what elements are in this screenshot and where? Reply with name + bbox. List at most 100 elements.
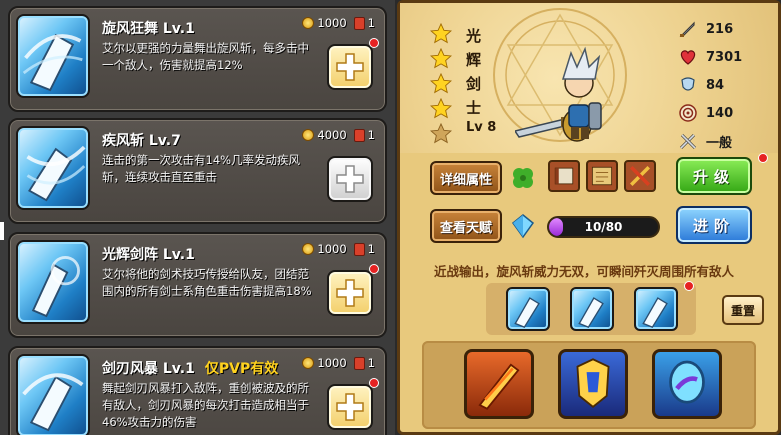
stat-hp-value: 7301 [706, 49, 743, 65]
scroll-icon [630, 166, 650, 186]
plus-icon [336, 279, 364, 307]
plus-icon [336, 393, 364, 421]
skill-description: 艾尔将他的剑术技巧传授给队友，团结范围内的所有剑士系角色重击伤害提高18% [102, 267, 312, 298]
crossed-swords-icon [679, 133, 697, 150]
advance-button[interactable]: 进阶 [676, 206, 752, 244]
sword-icon [679, 21, 695, 37]
alert-dot [758, 153, 768, 163]
plus-icon [336, 165, 364, 193]
star-filled-icon [430, 23, 452, 44]
equipment-slot-scroll[interactable] [624, 160, 656, 192]
scroll-cost: 1 [367, 242, 375, 256]
gold-cost: 1000 [317, 356, 347, 370]
stat-weapon-type: 一般 [678, 131, 732, 151]
skill-description: 舞起剑刃风暴打入敌阵，重创被波及的所有敌人，剑刃风暴的每次打击造成相当于46%攻… [102, 381, 309, 429]
star-filled-icon [430, 98, 452, 119]
upgrade-skill-button[interactable] [327, 156, 373, 202]
whirlwind-skill-icon [514, 297, 540, 329]
details-button[interactable]: 详细属性 [430, 161, 502, 195]
equipment-slot-map[interactable] [586, 160, 618, 192]
skill-name: 疾风斩 Lv.7 [102, 133, 181, 149]
upgrade-skill-button[interactable] [327, 270, 373, 316]
star-empty-icon [430, 123, 452, 144]
gale-slash-skill-icon [578, 297, 604, 329]
armor-icon [576, 358, 610, 409]
skill-scroll-icon [353, 128, 365, 142]
scroll-indicator[interactable] [0, 222, 4, 240]
upgrade-skill-button[interactable] [327, 384, 373, 430]
equipped-skill-slot[interactable] [634, 287, 678, 331]
skill-cost: 1000 1 [302, 16, 375, 30]
mirror-icon [669, 360, 705, 404]
stat-attack: 216 [678, 19, 733, 39]
upgrade-button[interactable]: 升级 [676, 157, 752, 195]
hero-portrait-area: 光 辉 剑 士 Lv 8 216 7301 84 140 一般 [400, 3, 778, 153]
gale-slash-skill-icon [16, 126, 90, 210]
flame-sword-icon [478, 363, 520, 410]
hero-title-char: 辉 [466, 51, 482, 69]
clover-icon [513, 168, 533, 188]
gold-coin-icon [302, 357, 315, 369]
gold-coin-icon [302, 17, 315, 29]
equipped-skill-row [486, 281, 696, 335]
skill-description: 连击的第一次攻击有14%几率发动疾风斩，连续攻击直至重击 [102, 153, 301, 184]
stat-attack-value: 216 [706, 21, 734, 37]
hero-title-char: 士 [466, 99, 482, 117]
alert-dot [369, 378, 379, 388]
hero-detail-panel: 光 辉 剑 士 Lv 8 216 7301 84 140 一般 详细属性 升级 … [397, 0, 781, 435]
skill-card-blade-storm[interactable]: 剑刃风暴 Lv.1 仅PVP有效 舞起剑刃风暴打入敌阵，重创被波及的所有敌人，剑刃… [8, 346, 387, 435]
gold-cost: 1000 [317, 242, 347, 256]
hero-summary: 近战输出，旋风斩威力无双，可瞬间歼灭周围所有敌人 [434, 264, 735, 279]
skill-cost: 1000 1 [302, 242, 375, 256]
upgrade-skill-button[interactable] [327, 44, 373, 90]
heart-icon [680, 50, 696, 65]
hero-title-char: 剑 [466, 75, 482, 93]
stat-hp: 7301 [678, 47, 742, 67]
skill-scroll-icon [353, 16, 365, 30]
gear-slot-accessory[interactable] [652, 349, 722, 419]
sword-array-skill-icon [16, 240, 90, 324]
scroll-cost: 1 [367, 16, 375, 30]
equipped-skill-slot[interactable] [570, 287, 614, 331]
whirlwind-skill-icon [16, 14, 90, 98]
skill-scroll-icon [353, 242, 365, 256]
sword-array-skill-icon [642, 297, 668, 329]
skill-name: 光辉剑阵 Lv.1 [102, 247, 195, 263]
view-talent-button[interactable]: 查看天赋 [430, 209, 502, 243]
skill-card-radiant-sword-array[interactable]: 光辉剑阵 Lv.1 艾尔将他的剑术技巧传授给队友，团结范围内的所有剑士系角色重击… [8, 232, 387, 338]
stat-defense-value: 84 [706, 77, 725, 93]
skill-cost: 4000 1 [302, 128, 375, 142]
stat-weapon-type-value: 一般 [706, 135, 733, 151]
stat-crit-value: 140 [706, 105, 734, 121]
skill-description: 艾尔以更强的力量舞出旋风斩，每多击中一个敌人，伤害就提高12% [102, 41, 309, 72]
xp-progress-bar: 10/80 [547, 216, 660, 238]
gear-slot-armor[interactable] [558, 349, 628, 419]
stat-defense: 84 [678, 75, 724, 95]
scroll-cost: 1 [367, 128, 375, 142]
scroll-cost: 1 [367, 356, 375, 370]
gold-cost: 4000 [317, 128, 347, 142]
blade-storm-skill-icon [16, 354, 90, 435]
skill-list-panel: 旋风狂舞 Lv.1 艾尔以更强的力量舞出旋风斩，每多击中一个敌人，伤害就提高12… [0, 0, 395, 435]
reset-button[interactable]: 重置 [722, 295, 764, 325]
book-icon [554, 167, 574, 185]
skill-card-whirlwind-dance[interactable]: 旋风狂舞 Lv.1 艾尔以更强的力量舞出旋风斩，每多击中一个敌人，伤害就提高12… [8, 6, 387, 112]
hero-level: Lv 8 [466, 120, 497, 135]
skill-cost: 1000 1 [302, 356, 375, 370]
gear-tray [422, 341, 756, 429]
pvp-only-tag: 仅PVP有效 [204, 361, 279, 377]
gold-cost: 1000 [317, 16, 347, 30]
equipment-slot-book[interactable] [548, 160, 580, 192]
xp-progress-text: 10/80 [584, 220, 623, 234]
skill-scroll-icon [353, 356, 365, 370]
skill-card-gale-slash[interactable]: 疾风斩 Lv.7 连击的第一次攻击有14%几率发动疾风斩，连续攻击直至重击 40… [8, 118, 387, 224]
target-icon [679, 104, 697, 122]
stat-crit: 140 [678, 103, 733, 123]
equipped-skill-slot[interactable] [506, 287, 550, 331]
shield-icon [681, 77, 695, 91]
gold-coin-icon [302, 243, 315, 255]
gear-slot-weapon[interactable] [464, 349, 534, 419]
skill-name: 旋风狂舞 Lv.1 [102, 21, 195, 37]
gold-coin-icon [302, 129, 315, 141]
hero-title-char: 光 [466, 27, 482, 45]
